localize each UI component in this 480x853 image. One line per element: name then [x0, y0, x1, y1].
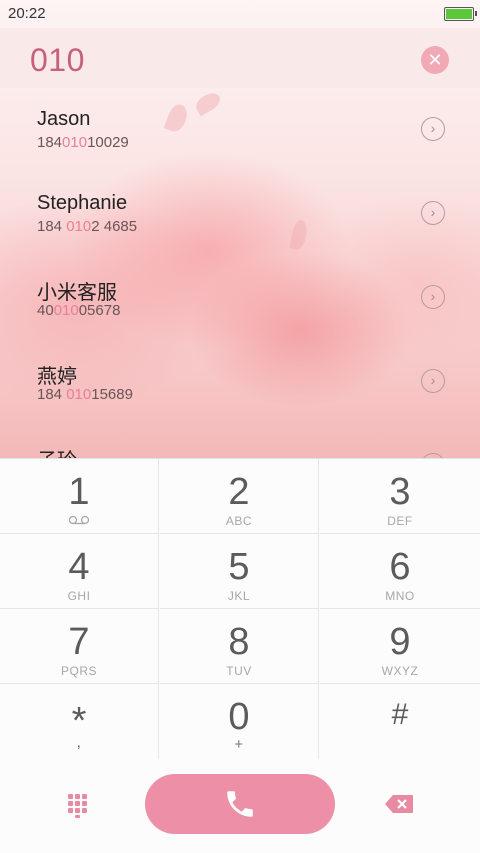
contact-number: 184 0102 4685: [37, 218, 138, 235]
search-bar: 010 ✕: [0, 28, 480, 88]
key-1[interactable]: 1: [0, 459, 159, 534]
key-8[interactable]: 8 TUV: [160, 609, 319, 684]
clear-icon[interactable]: ✕: [421, 46, 449, 74]
dialpad-icon[interactable]: [68, 792, 92, 818]
dialpad: 1 2 ABC 3 DEF 4 GHI 5 JKL 6 MNO 7 PQRS 8…: [0, 458, 480, 761]
key-0[interactable]: 0 +: [160, 684, 319, 759]
contact-name: Jason: [37, 108, 91, 130]
contact-row[interactable]: Jason 18401010029 ›: [0, 88, 480, 172]
key-5[interactable]: 5 JKL: [160, 534, 319, 609]
contact-row[interactable]: 燕婷 184 01015689 ›: [0, 340, 480, 424]
bottom-bar: [0, 760, 480, 853]
key-2[interactable]: 2 ABC: [160, 459, 319, 534]
contact-results: Jason 18401010029 › Stephanie 184 0102 4…: [0, 88, 480, 458]
key-4[interactable]: 4 GHI: [0, 534, 159, 609]
voicemail-icon: [0, 514, 158, 528]
chevron-right-icon[interactable]: ›: [421, 285, 445, 309]
contact-row[interactable]: Stephanie 184 0102 4685 ›: [0, 172, 480, 256]
chevron-right-icon[interactable]: ›: [421, 117, 445, 141]
contact-name: 子玲: [37, 444, 77, 458]
search-query[interactable]: 010: [30, 42, 85, 79]
key-7[interactable]: 7 PQRS: [0, 609, 159, 684]
call-button[interactable]: [145, 774, 335, 834]
status-bar: 20:22: [0, 0, 480, 28]
key-hash[interactable]: #: [320, 684, 480, 759]
battery-icon: [444, 7, 477, 21]
key-6[interactable]: 6 MNO: [320, 534, 480, 609]
contact-number: 18401010029: [37, 134, 129, 151]
contact-name: 燕婷: [37, 366, 77, 388]
key-3[interactable]: 3 DEF: [320, 459, 480, 534]
contact-name: Stephanie: [37, 192, 128, 214]
chevron-right-icon[interactable]: ›: [421, 369, 445, 393]
key-9[interactable]: 9 WXYZ: [320, 609, 480, 684]
battery-fill: [446, 9, 472, 19]
contact-name: 小米客服: [37, 282, 117, 304]
contact-number: 184 01015689: [37, 386, 133, 403]
contact-number: 4001005678: [37, 302, 121, 319]
contact-row[interactable]: 小米客服 4001005678 ›: [0, 256, 480, 340]
key-star[interactable]: * ,: [0, 684, 159, 759]
phone-icon: [227, 791, 253, 817]
backspace-icon[interactable]: [384, 794, 414, 814]
contact-row[interactable]: 子玲 ›: [0, 424, 480, 458]
clock: 20:22: [8, 5, 46, 22]
chevron-right-icon[interactable]: ›: [421, 201, 445, 225]
